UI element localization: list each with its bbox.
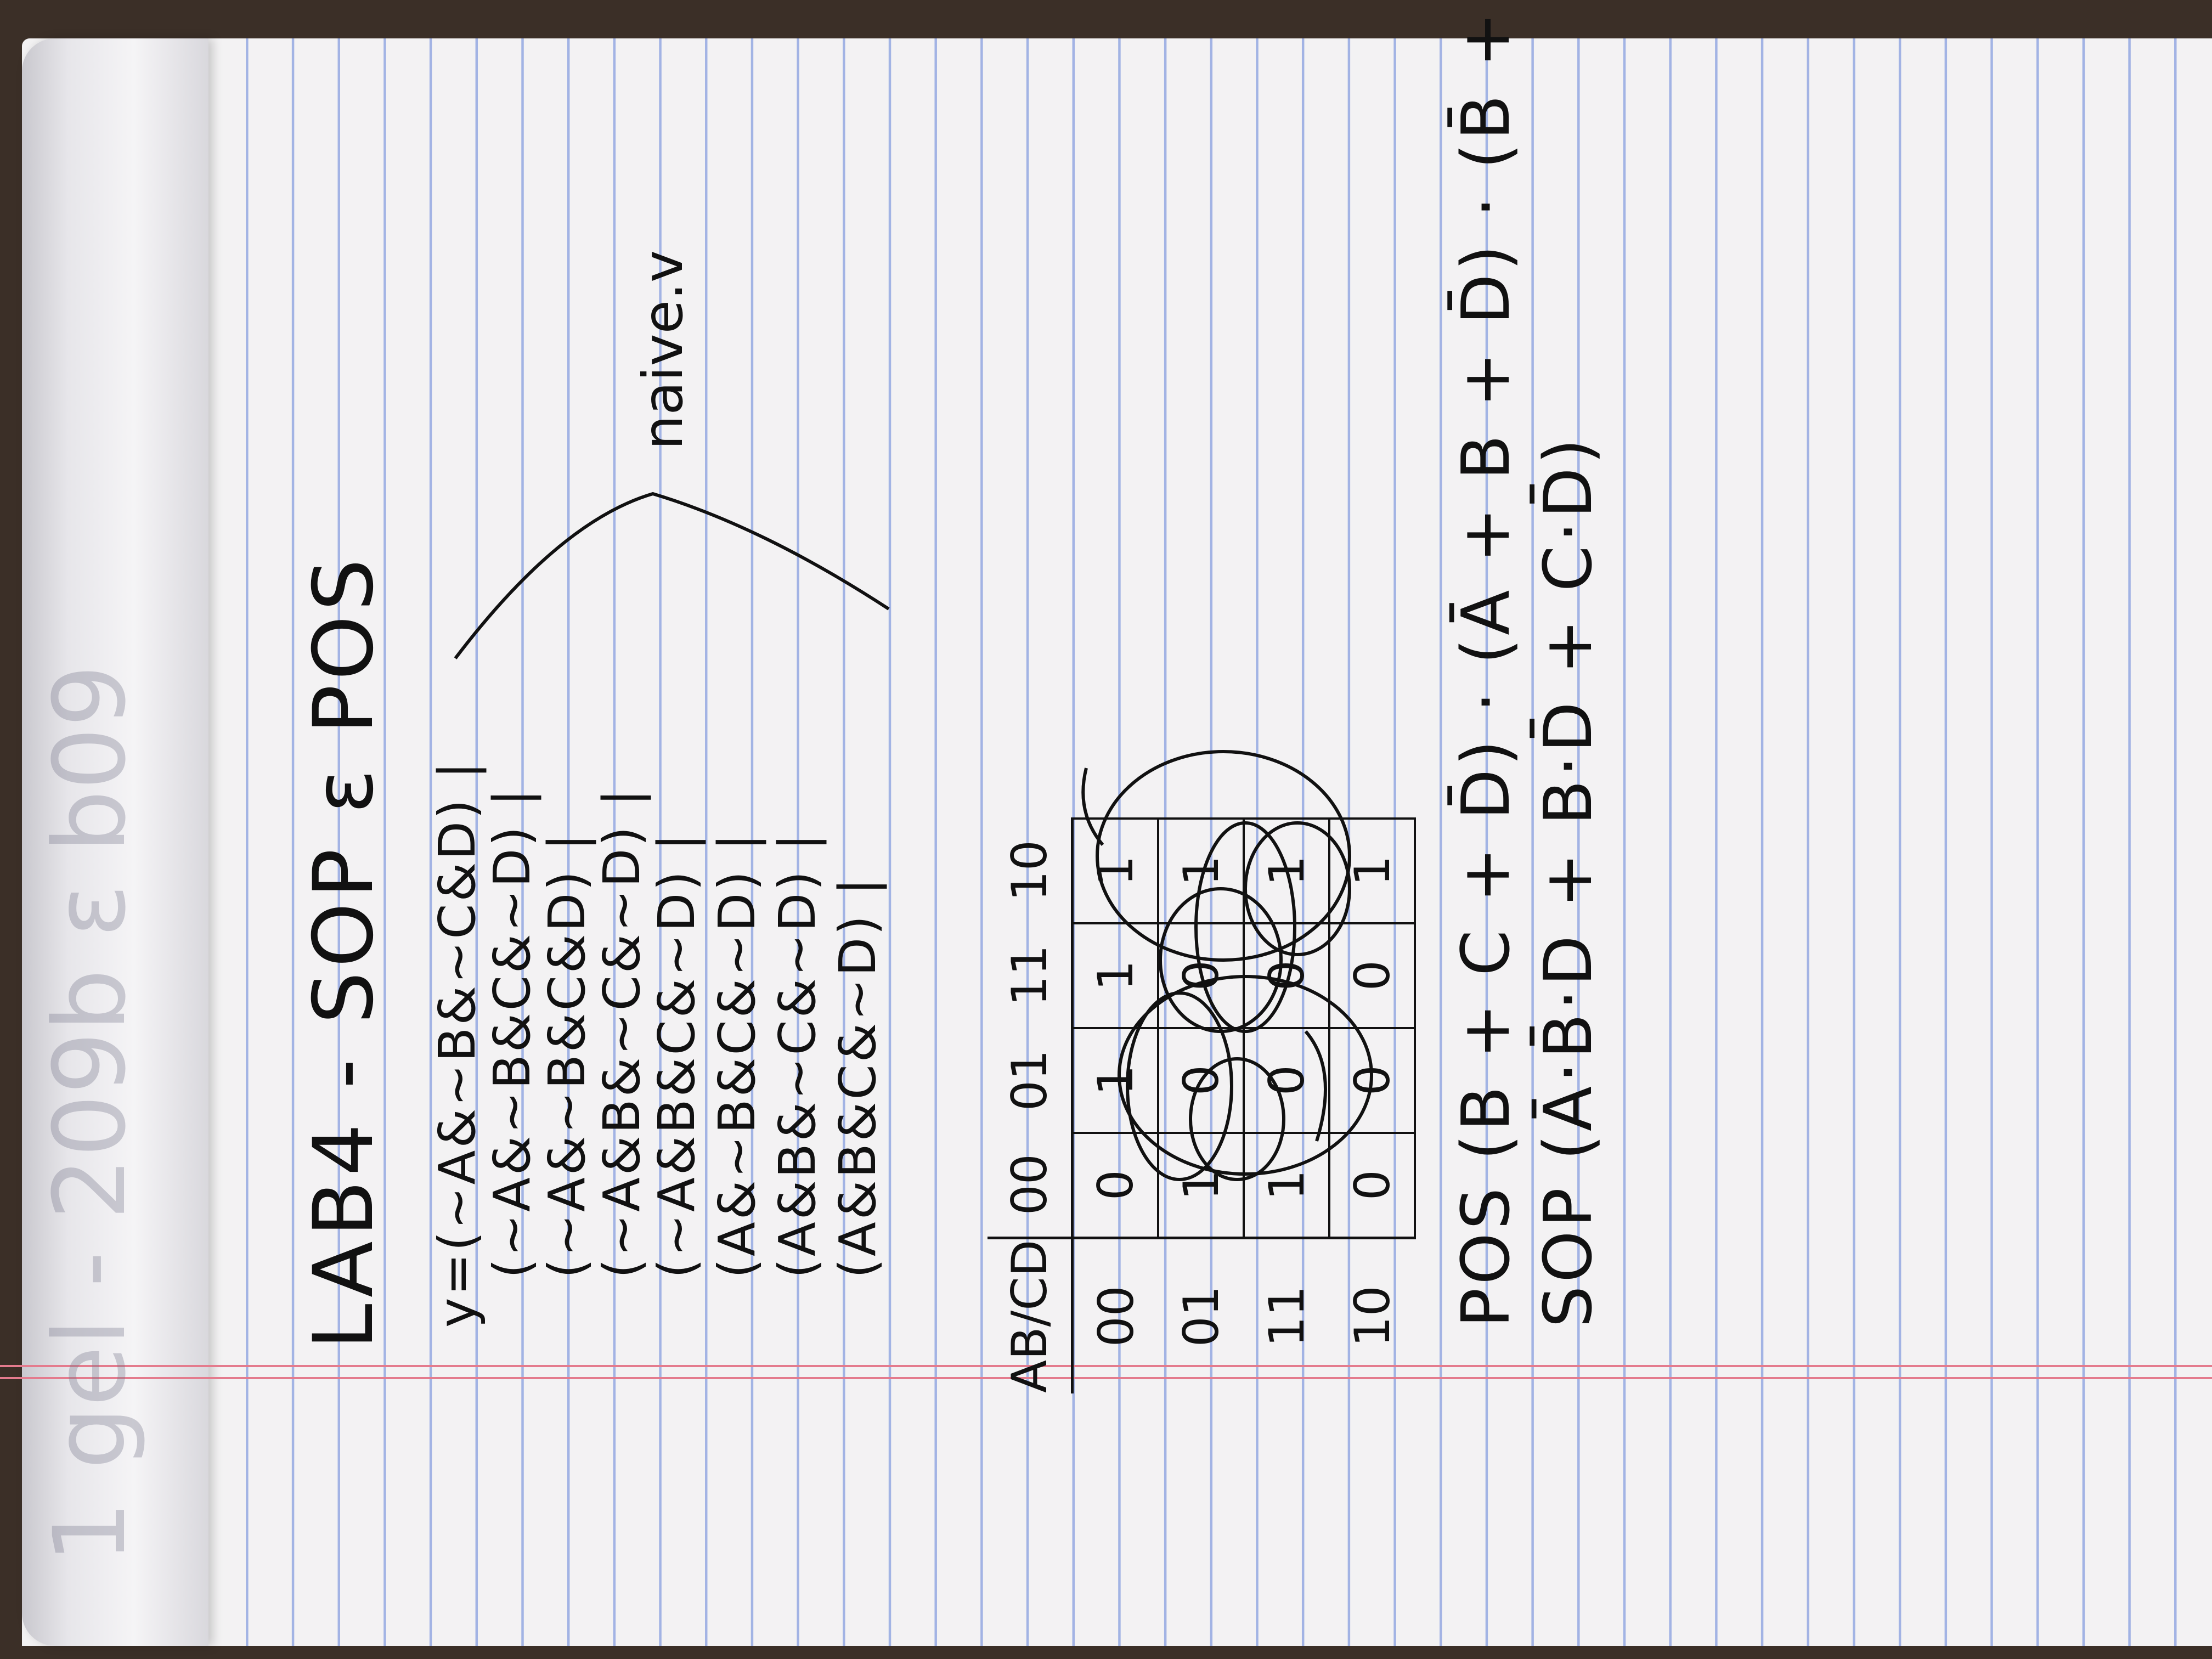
kmap-cell: 0 [1244,1028,1329,1133]
kmap-cell: 0 [1158,1028,1244,1133]
kmap-cell: 0 [1329,923,1415,1028]
pos-formula: POS (B + C + D̄) · (Ā + B + D̄) · (B̄ + … [1448,0,1525,1328]
kmap-col-header: 11 [988,923,1073,1028]
kmap-cell: 1 [1072,923,1158,1028]
kmap-cell: 0 [1244,923,1329,1028]
kmap-corner-label: AB/CD [988,1238,1073,1393]
kmap-row-header: 00 [1072,1238,1158,1393]
kmap-col-header: 01 [988,1028,1073,1133]
kmap-cell: 1 [1072,1028,1158,1133]
kmap-cell: 1 [1072,818,1158,923]
equation-line: y=(~A&~B&~C&D) | [428,759,487,1328]
bleed-through-text: 1 gel - 209b ε b09 [33,664,148,1564]
equation-line: (~A&B&C&~D) | [647,831,706,1278]
kmap-cell: 0 [1329,1132,1415,1238]
kmap-cell: 1 [1329,818,1415,923]
kmap-row-header: 01 [1158,1238,1244,1393]
equation-line: (~A&~B&C&D) | [538,831,596,1278]
kmap-cell: 1 [1158,1132,1244,1238]
kmap-col-header: 00 [988,1132,1073,1238]
kmap-cell: 0 [1329,1028,1415,1133]
kmap-row-header: 10 [1329,1238,1415,1393]
kmap-col-header: 10 [988,818,1073,923]
kmap-row: 11 1 0 0 1 [1244,818,1329,1393]
kmap-header-row: AB/CD 00 01 11 10 [988,818,1073,1393]
equation-line: (A&~B&C&~D) | [708,831,766,1278]
equation-line: (A&B&~C&~D) | [768,831,827,1278]
page-title: LAB4 - SOP ε POS [296,554,392,1350]
sop-formula: SOP (Ā·B̄·D + B·D̄ + C·D̄) [1531,435,1607,1328]
kmap-cell: 1 [1244,818,1329,923]
kmap-row: 01 1 0 0 1 [1158,818,1244,1393]
equation-line: (~A&~B&C&~D) | [483,787,541,1278]
kmap-row: 00 0 1 1 1 [1072,818,1158,1393]
kmap-cell: 0 [1158,923,1244,1028]
kmap-cell: 1 [1158,818,1244,923]
kmap-cell: 1 [1244,1132,1329,1238]
karnaugh-map: AB/CD 00 01 11 10 00 0 1 1 1 01 1 0 0 1 … [988,817,1416,1393]
kmap-row-header: 11 [1244,1238,1329,1393]
naive-label: naive.v [631,250,695,450]
kmap-row: 10 0 0 0 1 [1329,818,1415,1393]
kmap-cell: 0 [1072,1132,1158,1238]
equation-line: (~A&B&~C&~D) | [592,787,651,1278]
equation-line: (A&B&C&~D) | [828,876,887,1278]
